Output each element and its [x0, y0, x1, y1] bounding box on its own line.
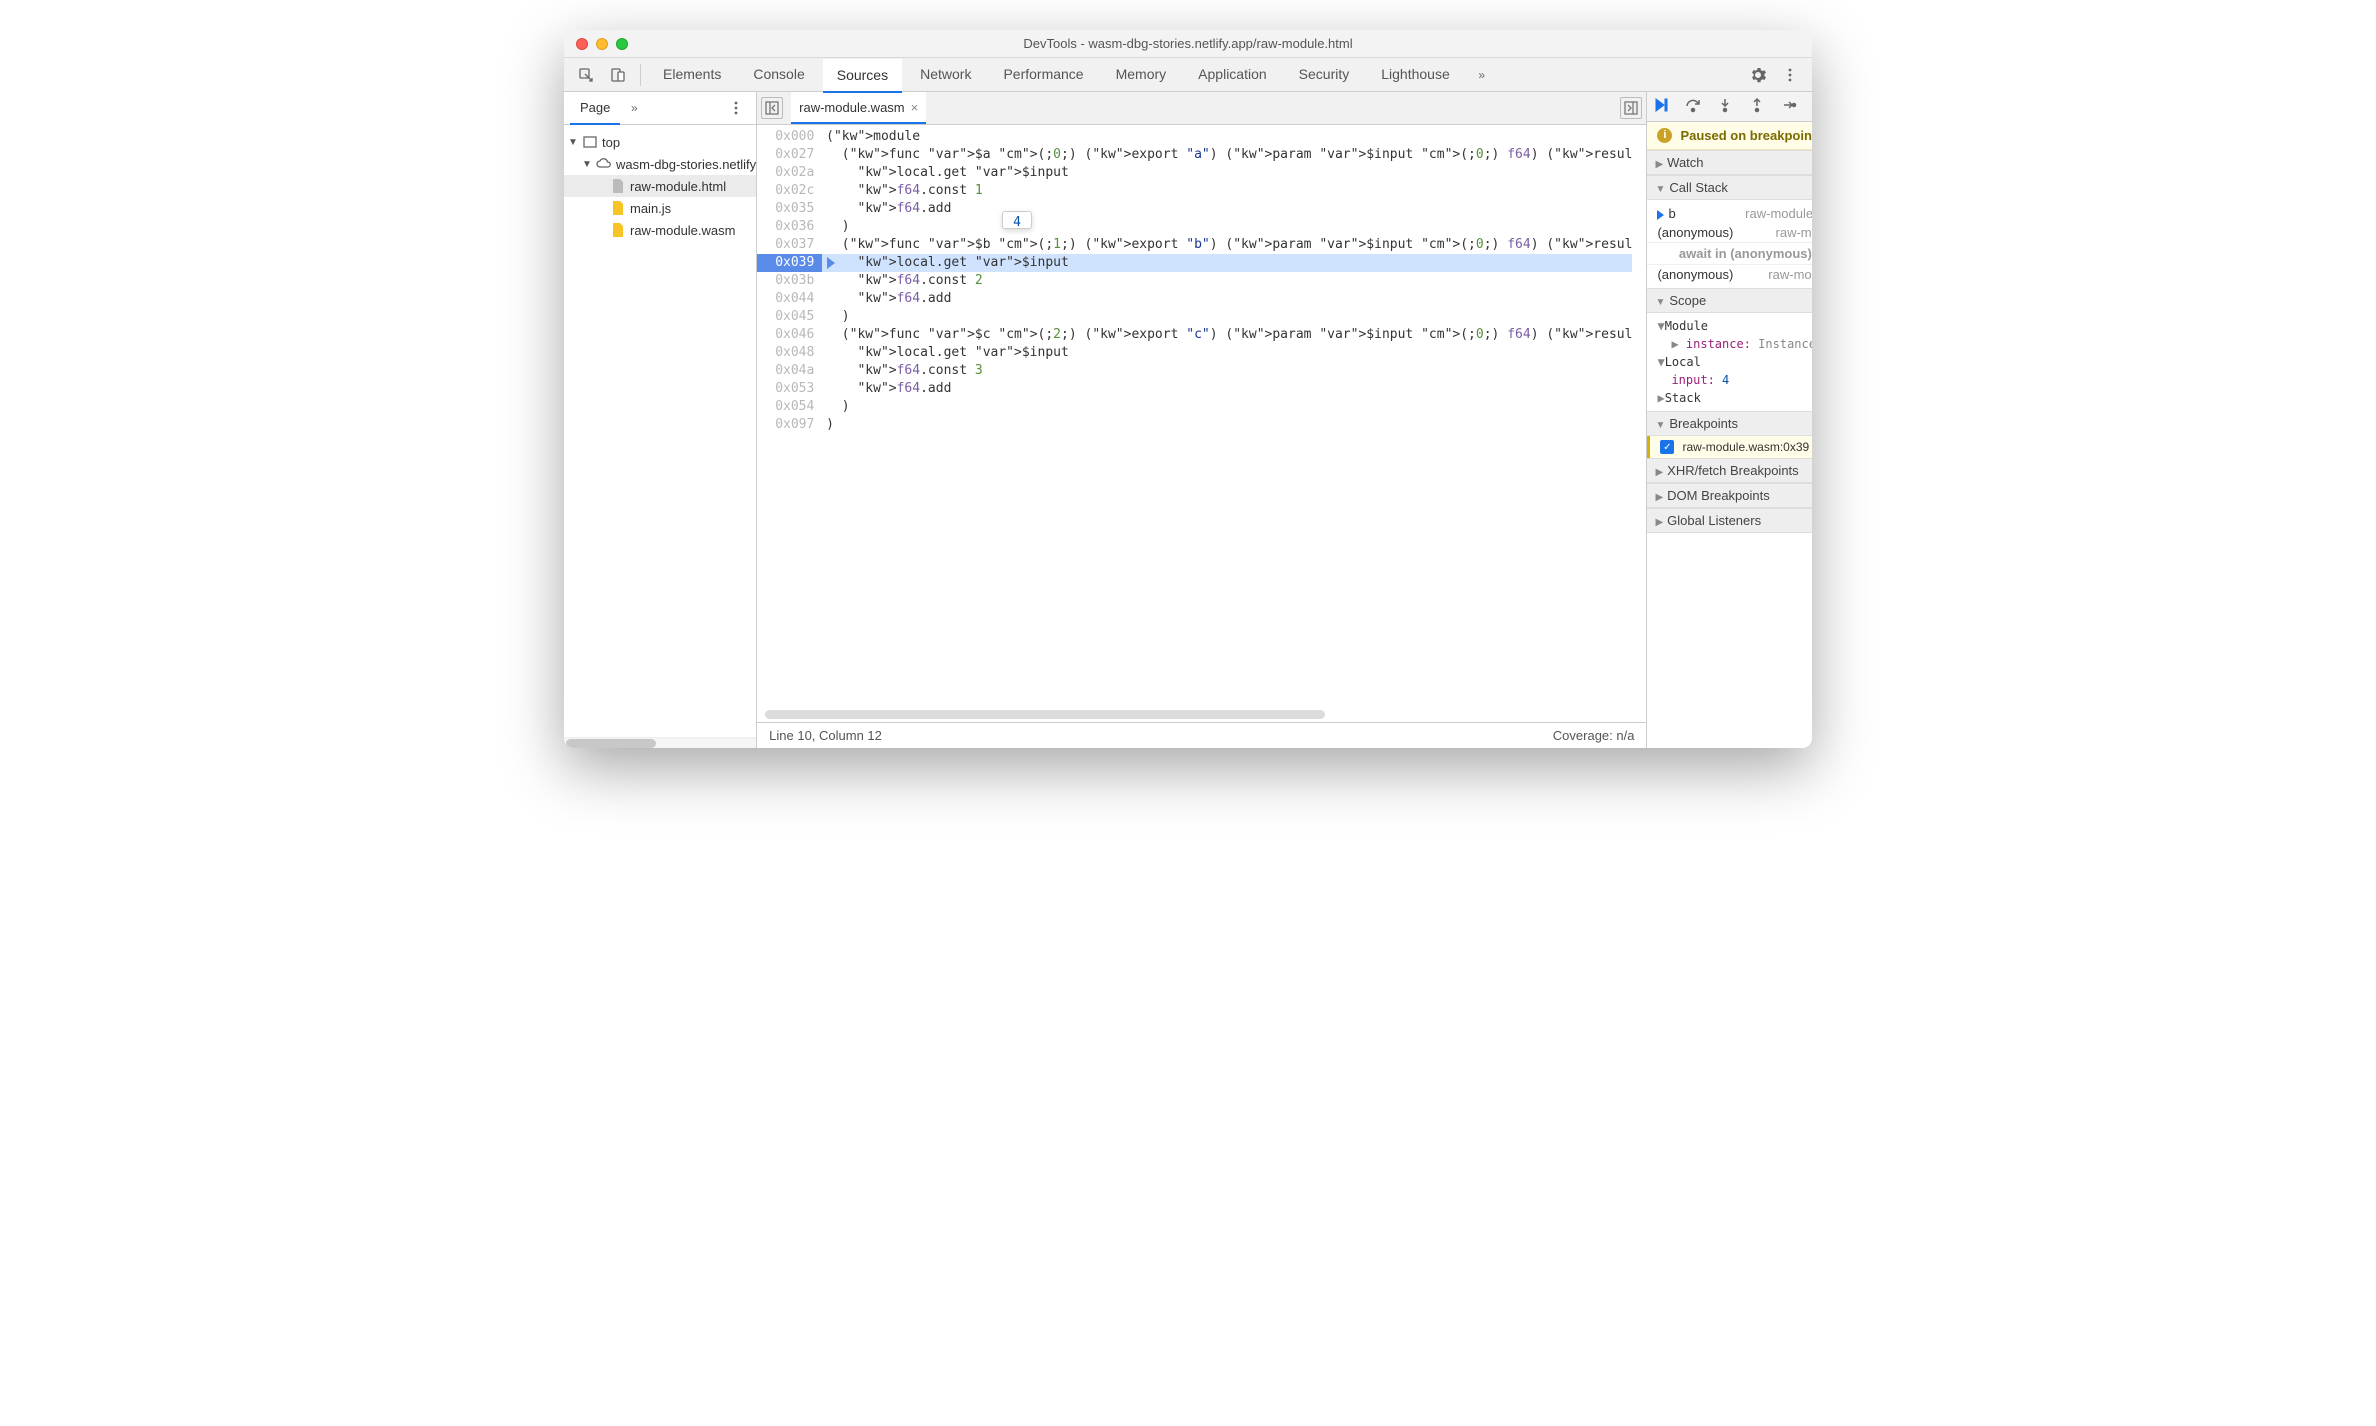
tree-file-js[interactable]: main.js — [564, 197, 756, 219]
cursor-position: Line 10, Column 12 — [769, 728, 882, 743]
editor-vertical-scrollbar[interactable] — [1632, 125, 1646, 708]
tab-sources[interactable]: Sources — [823, 59, 902, 93]
editor-horizontal-scrollbar[interactable] — [757, 708, 1646, 722]
toggle-debugger-icon[interactable] — [1620, 97, 1642, 119]
debugger-panel: i Paused on breakpoint ▶Watch ▼Call Stac… — [1647, 92, 1812, 748]
callstack-frame[interactable]: braw-module.wasm:0x39 — [1647, 204, 1812, 223]
tab-performance[interactable]: Performance — [989, 58, 1097, 92]
scope-body: ▼Module ▶ instance: Instance {} ▼Local i… — [1647, 313, 1812, 411]
callstack-header[interactable]: ▼Call Stack — [1647, 175, 1812, 200]
watch-header[interactable]: ▶Watch — [1647, 150, 1812, 175]
tree-file-wasm-label: raw-module.wasm — [630, 223, 735, 238]
more-tabs-icon[interactable]: » — [1468, 61, 1496, 89]
file-icon — [610, 200, 626, 216]
scope-module[interactable]: ▼Module — [1647, 317, 1812, 335]
breakpoint-item[interactable]: ✓ raw-module.wasm:0x39 — [1647, 436, 1812, 458]
tab-console[interactable]: Console — [739, 58, 818, 92]
global-listeners-header[interactable]: ▶Global Listeners — [1647, 508, 1812, 533]
window-title: DevTools - wasm-dbg-stories.netlify.app/… — [564, 36, 1812, 51]
resume-icon[interactable] — [1653, 97, 1669, 116]
scope-stack[interactable]: ▶Stack — [1647, 389, 1812, 407]
scope-header[interactable]: ▼Scope — [1647, 288, 1812, 313]
breakpoint-checkbox[interactable]: ✓ — [1660, 440, 1674, 454]
inspect-icon[interactable] — [572, 61, 600, 89]
editor-statusbar: Line 10, Column 12 Coverage: n/a — [757, 722, 1646, 748]
tree-domain[interactable]: ▼ wasm-dbg-stories.netlify — [564, 153, 756, 175]
tab-lighthouse[interactable]: Lighthouse — [1367, 58, 1464, 92]
tab-network[interactable]: Network — [906, 58, 985, 92]
dom-breakpoints-header[interactable]: ▶DOM Breakpoints — [1647, 483, 1812, 508]
step-icon[interactable] — [1781, 97, 1797, 116]
scope-local[interactable]: ▼Local — [1647, 353, 1812, 371]
file-tab-wasm[interactable]: raw-module.wasm × — [791, 92, 926, 124]
gutter[interactable]: 0x000 0x027 0x02a 0x02c 0x035 0x036 0x03… — [757, 125, 822, 708]
callstack-frame[interactable]: (anonymous)raw-module.html:9 — [1647, 223, 1812, 242]
breakpoint-label: raw-module.wasm:0x39 — [1682, 440, 1809, 454]
tab-application[interactable]: Application — [1184, 58, 1281, 92]
frame-icon — [582, 134, 598, 150]
tree-file-html[interactable]: raw-module.html — [564, 175, 756, 197]
code-editor[interactable]: ("kw">module ("kw">func "var">$a "cm">(;… — [822, 125, 1632, 708]
navigator-tab-page[interactable]: Page — [570, 92, 620, 125]
tree-file-wasm[interactable]: raw-module.wasm — [564, 219, 756, 241]
value-hover-tooltip: 4 — [1002, 211, 1032, 229]
tab-memory[interactable]: Memory — [1102, 58, 1181, 92]
file-tab-label: raw-module.wasm — [799, 100, 904, 115]
settings-icon[interactable] — [1744, 61, 1772, 89]
tree-top[interactable]: ▼ top — [564, 131, 756, 153]
tree-domain-label: wasm-dbg-stories.netlify — [616, 157, 756, 172]
navigator-kebab-icon[interactable] — [722, 94, 750, 122]
scope-module-instance[interactable]: ▶ instance: Instance {} — [1647, 335, 1812, 353]
device-toggle-icon[interactable] — [604, 61, 632, 89]
coverage-status: Coverage: n/a — [1553, 728, 1635, 743]
more-navigator-tabs-icon[interactable]: » — [620, 94, 648, 122]
cloud-icon — [596, 156, 612, 172]
tree-top-label: top — [602, 135, 620, 150]
breakpoints-header[interactable]: ▼Breakpoints — [1647, 411, 1812, 436]
callstack-frame[interactable]: (anonymous)raw-module.html:10 — [1647, 265, 1812, 284]
step-out-icon[interactable] — [1749, 97, 1765, 116]
step-into-icon[interactable] — [1717, 97, 1733, 116]
tree-file-html-label: raw-module.html — [630, 179, 726, 194]
file-icon — [610, 178, 626, 194]
sidebar-scrollbar[interactable] — [564, 737, 756, 748]
callstack-body: braw-module.wasm:0x39(anonymous)raw-modu… — [1647, 200, 1812, 288]
tab-elements[interactable]: Elements — [649, 58, 735, 92]
devtools-tabs: Elements Console Sources Network Perform… — [564, 58, 1812, 92]
step-over-icon[interactable] — [1685, 97, 1701, 116]
scope-local-input: input: 4 — [1647, 371, 1812, 389]
navigator-sidebar: Page » ▼ top ▼ wasm-dbg-stories.netlify — [564, 92, 757, 748]
tab-security[interactable]: Security — [1285, 58, 1364, 92]
info-icon: i — [1657, 128, 1672, 143]
tree-file-js-label: main.js — [630, 201, 671, 216]
toggle-navigator-icon[interactable] — [761, 97, 783, 119]
file-icon — [610, 222, 626, 238]
window-titlebar: DevTools - wasm-dbg-stories.netlify.app/… — [564, 30, 1812, 58]
xhr-breakpoints-header[interactable]: ▶XHR/fetch Breakpoints — [1647, 458, 1812, 483]
close-tab-icon[interactable]: × — [911, 100, 919, 115]
paused-message: i Paused on breakpoint — [1647, 122, 1812, 150]
kebab-menu-icon[interactable] — [1776, 61, 1804, 89]
